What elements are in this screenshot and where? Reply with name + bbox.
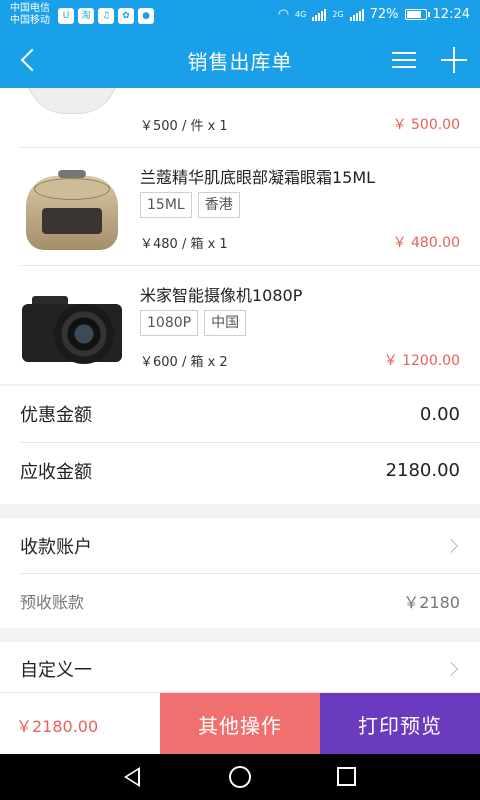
carrier-info: 中国电信 中国移动 <box>10 3 50 27</box>
system-recents-icon[interactable] <box>337 767 356 786</box>
product-unit-info: ￥480 / 箱 x 1 <box>140 237 228 252</box>
print-preview-button[interactable]: 打印预览 <box>320 693 480 755</box>
system-home-icon[interactable] <box>229 766 251 788</box>
product-tags: 15ML 香港 <box>140 192 240 218</box>
other-actions-button[interactable]: 其他操作 <box>160 693 320 755</box>
action-bar: ￥2180.00 其他操作 打印预览 <box>0 692 480 755</box>
product-unit-info: ￥500 / 件 x 1 <box>140 119 228 134</box>
clock: 12:24 <box>432 7 470 22</box>
navigation-bar: 销售出库单 <box>0 32 480 88</box>
product-list: ￥500 / 件 x 1 ￥ 500.00 兰蔻精华肌底眼部凝霜眼霜15ML 1… <box>0 88 480 384</box>
product-item[interactable]: 米家智能摄像机1080P 1080P 中国 ￥600 / 箱 x 2 ￥ 120… <box>20 266 480 384</box>
battery-icon <box>404 9 430 20</box>
status-right: ◠ 4G 2G 72% 12:24 <box>278 7 470 22</box>
music-icon: ♫ <box>98 8 114 24</box>
payment-account-label: 收款账户 <box>20 536 92 558</box>
product-unit-info: ￥600 / 箱 x 2 <box>140 355 228 370</box>
camera-image <box>20 280 124 372</box>
system-back-icon[interactable] <box>124 767 140 787</box>
signal-icon-2 <box>349 8 364 21</box>
product-price: ￥ 1200.00 <box>383 353 460 369</box>
menu-icon[interactable] <box>390 46 418 74</box>
custom-field-row[interactable]: 自定义一 <box>20 642 480 692</box>
battery-percent: 72% <box>369 7 399 22</box>
payment-account-row[interactable]: 收款账户 <box>20 518 480 573</box>
content-area[interactable]: ￥500 / 件 x 1 ￥ 500.00 兰蔻精华肌底眼部凝霜眼霜15ML 1… <box>0 88 480 692</box>
network-2g-label: 2G <box>332 10 344 19</box>
receivable-row: 应收金额 2180.00 <box>20 442 480 498</box>
account-section: 收款账户 预收账款 ￥2180 <box>0 518 480 628</box>
huawei-icon: ✿ <box>118 8 134 24</box>
product-price: ￥ 500.00 <box>392 117 460 133</box>
chevron-right-icon <box>443 661 459 677</box>
product-name: 兰蔻精华肌底眼部凝霜眼霜15ML <box>140 168 376 187</box>
product-tag: 15ML <box>140 192 192 218</box>
app-notification-icon: U <box>58 8 74 24</box>
total-amount: ￥2180.00 <box>16 717 99 736</box>
signal-icon <box>312 8 327 21</box>
prepaid-row: 预收账款 ￥2180 <box>20 573 480 628</box>
product-item[interactable]: 兰蔻精华肌底眼部凝霜眼霜15ML 15ML 香港 ￥480 / 箱 x 1 ￥ … <box>20 148 480 266</box>
product-tags: 1080P 中国 <box>140 310 247 336</box>
system-navigation-bar <box>0 754 480 800</box>
amount-summary: 优惠金额 0.00 应收金额 2180.00 <box>0 386 480 504</box>
prepaid-label: 预收账款 <box>20 593 85 612</box>
product-price: ￥ 480.00 <box>392 235 460 251</box>
custom-section: 自定义一 <box>0 642 480 692</box>
product-tag: 中国 <box>204 310 247 336</box>
wifi-icon: ◠ <box>277 7 290 22</box>
carrier-1: 中国电信 <box>10 3 50 14</box>
product-item[interactable]: ￥500 / 件 x 1 ￥ 500.00 <box>20 88 480 148</box>
product-tag: 香港 <box>197 192 240 218</box>
product-name: 米家智能摄像机1080P <box>140 286 303 305</box>
custom-field-label: 自定义一 <box>20 660 92 681</box>
rice-cooker-image <box>20 162 124 254</box>
status-bar: 中国电信 中国移动 U 淘 ♫ ✿ ● ◠ 4G 2G 72% 12:24 <box>0 0 480 32</box>
pistachio-bowl-image <box>20 88 124 136</box>
product-tag: 1080P <box>140 310 199 336</box>
discount-row: 优惠金额 0.00 <box>20 386 480 442</box>
receivable-label: 应收金额 <box>20 461 92 483</box>
notification-icons: U 淘 ♫ ✿ ● <box>58 8 154 24</box>
discount-label: 优惠金额 <box>20 405 92 426</box>
network-4g-label: 4G <box>295 10 307 19</box>
discount-value: 0.00 <box>419 403 460 425</box>
message-icon: ● <box>138 8 154 24</box>
carrier-2: 中国移动 <box>10 15 50 26</box>
add-icon[interactable] <box>440 46 468 74</box>
taobao-icon: 淘 <box>78 8 94 24</box>
prepaid-value: ￥2180 <box>403 593 460 612</box>
receivable-value: 2180.00 <box>385 460 460 481</box>
chevron-right-icon <box>443 538 459 553</box>
